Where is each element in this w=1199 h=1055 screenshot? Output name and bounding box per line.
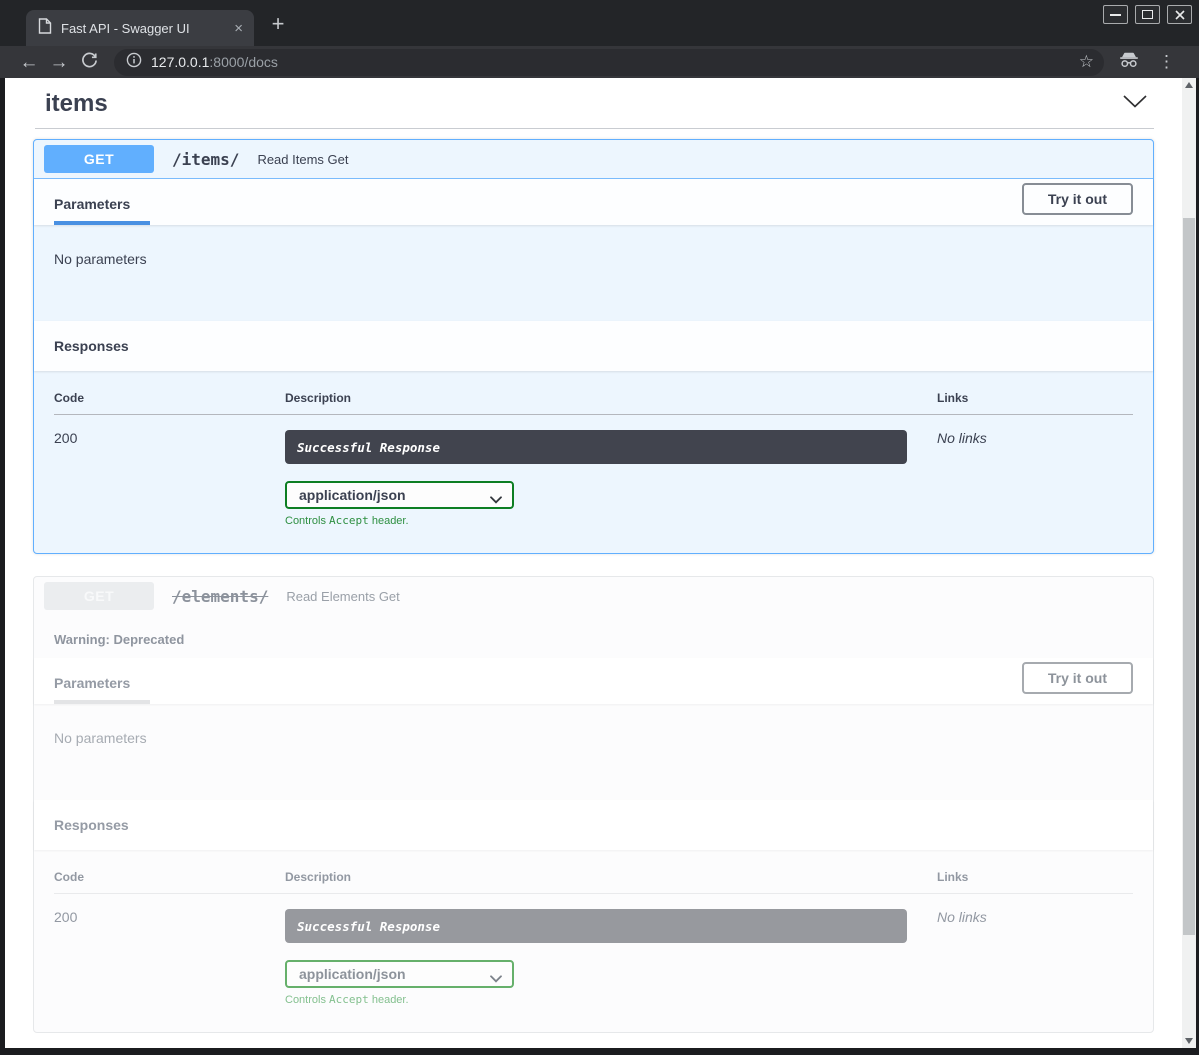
parameters-header: Parameters Try it out: [34, 179, 1153, 225]
endpoint-summary: Read Items Get: [257, 152, 348, 167]
no-links-text: No links: [937, 415, 1133, 527]
reload-button[interactable]: [74, 52, 104, 73]
window-controls: [1103, 5, 1192, 24]
url-host: 127.0.0.1: [151, 54, 209, 70]
parameters-tab[interactable]: Parameters: [54, 196, 150, 225]
accept-note-suffix: header.: [369, 515, 409, 527]
method-badge: GET: [44, 145, 154, 173]
responses-label: Responses: [54, 338, 129, 354]
tag-collapse-chevron-icon[interactable]: [1122, 94, 1148, 114]
browser-toolbar: ← → 127.0.0.1:8000/docs ☆ ⋮: [0, 46, 1199, 78]
site-info-icon[interactable]: [126, 52, 142, 73]
col-header-description: Description: [285, 870, 937, 893]
tag-divider: [35, 128, 1154, 129]
col-header-code: Code: [54, 870, 285, 893]
response-description-box: Successful Response: [285, 430, 907, 464]
accept-note-code: Accept: [329, 993, 369, 1006]
col-header-links: Links: [937, 391, 1133, 414]
try-it-out-button[interactable]: Try it out: [1022, 662, 1133, 694]
accept-note-code: Accept: [329, 514, 369, 527]
deprecated-warning: Warning: Deprecated: [34, 615, 1153, 658]
media-type-select[interactable]: application/json: [285, 481, 514, 509]
response-row: 200 Successful Response application/json: [54, 415, 1133, 527]
reload-icon: [81, 52, 98, 69]
opblock-summary[interactable]: GET /elements/ Read Elements Get: [34, 577, 1153, 615]
responses-header: Responses: [34, 321, 1153, 371]
menu-kebab-icon[interactable]: ⋮: [1158, 52, 1175, 72]
scroll-up-button[interactable]: [1182, 78, 1196, 92]
minimize-button[interactable]: [1103, 5, 1128, 24]
minimize-icon: [1110, 14, 1121, 16]
response-code: 200: [54, 894, 285, 1006]
opblock-get-items: GET /items/ Read Items Get Parameters Tr…: [33, 139, 1154, 554]
browser-tab[interactable]: Fast API - Swagger UI ×: [26, 10, 254, 46]
page-content: items GET /items/ Read Items Get Paramet…: [5, 78, 1183, 1048]
parameters-header: Parameters Try it out: [34, 658, 1153, 704]
response-description-cell: Successful Response application/json Con…: [285, 894, 937, 1006]
media-type-select[interactable]: application/json: [285, 960, 514, 988]
tab-close-icon[interactable]: ×: [231, 21, 246, 36]
response-description-cell: Successful Response application/json Con…: [285, 415, 937, 527]
url-path: :8000/docs: [209, 54, 278, 70]
responses-table: Code Description Links 200 Successful Re…: [34, 850, 1153, 1032]
opblock-body: Parameters Try it out No parameters Resp…: [34, 179, 1153, 553]
endpoint-path: /items/: [172, 150, 239, 169]
maximize-icon: [1142, 10, 1153, 19]
responses-table-head: Code Description Links: [54, 870, 1133, 894]
accept-note-prefix: Controls: [285, 994, 329, 1006]
forward-button[interactable]: →: [44, 53, 74, 72]
bookmark-star-icon[interactable]: ☆: [1079, 52, 1094, 72]
col-header-code: Code: [54, 391, 285, 414]
accept-note-prefix: Controls: [285, 515, 329, 527]
close-button[interactable]: [1167, 5, 1192, 24]
scroll-up-icon: [1185, 82, 1193, 88]
back-button[interactable]: ←: [14, 53, 44, 72]
scroll-down-button[interactable]: [1182, 1034, 1196, 1048]
accept-header-note: Controls Accept header.: [285, 993, 937, 1006]
url-text[interactable]: 127.0.0.1:8000/docs: [151, 54, 278, 70]
try-it-out-button[interactable]: Try it out: [1022, 183, 1133, 215]
response-description-box: Successful Response: [285, 909, 907, 943]
tag-title: items: [45, 90, 108, 118]
no-parameters-text: No parameters: [34, 704, 1153, 800]
vertical-scrollbar[interactable]: [1182, 78, 1196, 1048]
responses-table: Code Description Links 200 Successful Re…: [34, 371, 1153, 553]
endpoint-path: /elements/: [172, 587, 268, 606]
incognito-icon: [1118, 51, 1140, 73]
no-parameters-text: No parameters: [34, 225, 1153, 321]
maximize-button[interactable]: [1135, 5, 1160, 24]
tag-section-header[interactable]: items: [33, 88, 1154, 128]
close-icon: [1175, 10, 1185, 20]
col-header-description: Description: [285, 391, 937, 414]
page-favicon-icon: [38, 18, 52, 39]
accept-note-suffix: header.: [369, 994, 409, 1006]
responses-header: Responses: [34, 800, 1153, 850]
scroll-down-icon: [1185, 1038, 1193, 1044]
method-badge: GET: [44, 582, 154, 610]
media-type-select-wrap: application/json: [285, 481, 514, 509]
accept-header-note: Controls Accept header.: [285, 514, 937, 527]
media-type-select-wrap: application/json: [285, 960, 514, 988]
address-bar[interactable]: 127.0.0.1:8000/docs ☆: [114, 49, 1104, 76]
new-tab-button[interactable]: +: [264, 11, 292, 39]
parameters-label: Parameters: [54, 675, 150, 704]
col-header-links: Links: [937, 870, 1133, 893]
response-row: 200 Successful Response application/json: [54, 894, 1133, 1006]
opblock-get-elements-deprecated: GET /elements/ Read Elements Get Warning…: [33, 576, 1154, 1033]
responses-table-head: Code Description Links: [54, 391, 1133, 415]
opblock-body: Warning: Deprecated Parameters Try it ou…: [34, 615, 1153, 1032]
no-links-text: No links: [937, 894, 1133, 1006]
parameters-tab[interactable]: Parameters: [54, 675, 150, 704]
parameters-label: Parameters: [54, 196, 150, 225]
responses-label: Responses: [54, 817, 129, 833]
tab-title: Fast API - Swagger UI: [61, 21, 222, 36]
toolbar-right: ⋮: [1118, 51, 1175, 73]
endpoint-summary: Read Elements Get: [286, 589, 399, 604]
response-code: 200: [54, 415, 285, 527]
opblock-summary[interactable]: GET /items/ Read Items Get: [34, 140, 1153, 179]
scrollbar-thumb[interactable]: [1183, 218, 1195, 935]
browser-titlebar: Fast API - Swagger UI × +: [0, 0, 1199, 46]
